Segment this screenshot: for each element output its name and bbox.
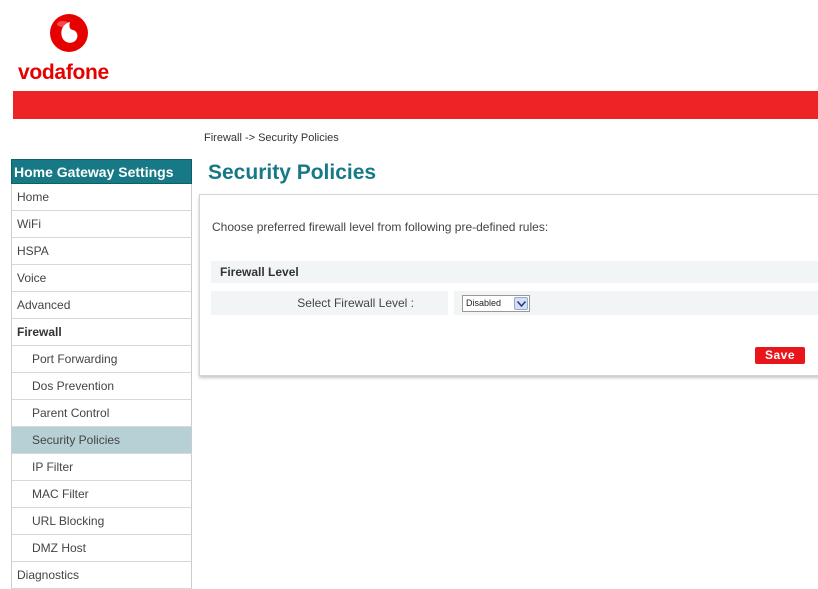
logo-wordmark: vodafone [18, 61, 109, 84]
sidebar-item-dos-prevention[interactable]: Dos Prevention [11, 373, 192, 400]
sidebar-item-advanced[interactable]: Advanced [11, 292, 192, 319]
sidebar-item-wifi[interactable]: WiFi [11, 211, 192, 238]
sidebar-item-voice[interactable]: Voice [11, 265, 192, 292]
sidebar: Home Gateway Settings Home WiFi HSPA Voi… [11, 159, 192, 589]
breadcrumb: Firewall -> Security Policies [204, 132, 339, 144]
content-panel: Choose preferred firewall level from fol… [199, 194, 818, 376]
sidebar-item-mac-filter[interactable]: MAC Filter [11, 481, 192, 508]
sidebar-item-home[interactable]: Home [11, 184, 192, 211]
sidebar-item-port-forwarding[interactable]: Port Forwarding [11, 346, 192, 373]
page-title: Security Policies [208, 161, 377, 184]
header-bar [13, 91, 818, 119]
intro-text: Choose preferred firewall level from fol… [212, 220, 549, 234]
sidebar-item-hspa[interactable]: HSPA [11, 238, 192, 265]
sidebar-item-ip-filter[interactable]: IP Filter [11, 454, 192, 481]
sidebar-item-parent-control[interactable]: Parent Control [11, 400, 192, 427]
firewall-level-select[interactable]: Disabled [462, 295, 530, 312]
firewall-level-label: Select Firewall Level : [211, 291, 448, 315]
chevron-down-icon[interactable] [514, 297, 528, 310]
sidebar-item-dmz-host[interactable]: DMZ Host [11, 535, 192, 562]
vodafone-logo: vodafone [18, 13, 128, 84]
sidebar-item-security-policies[interactable]: Security Policies [11, 427, 192, 454]
sidebar-item-url-blocking[interactable]: URL Blocking [11, 508, 192, 535]
sidebar-item-diagnostics[interactable]: Diagnostics [11, 562, 192, 589]
firewall-level-cell: Disabled [454, 291, 818, 315]
sidebar-item-firewall[interactable]: Firewall [11, 319, 192, 346]
save-button[interactable]: Save [755, 347, 805, 364]
vodafone-speechmark-icon [50, 14, 88, 52]
section-title: Firewall Level [211, 261, 818, 283]
sidebar-header: Home Gateway Settings [11, 159, 192, 184]
firewall-level-value: Disabled [466, 298, 502, 308]
